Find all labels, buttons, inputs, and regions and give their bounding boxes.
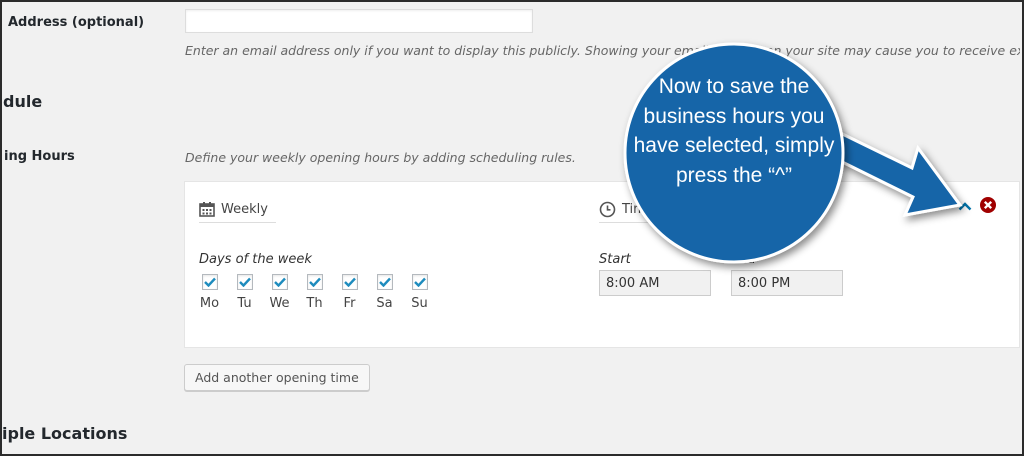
day-label: Fr (343, 296, 356, 311)
day-label: Mo (199, 296, 220, 311)
callout-text: Now to save the business hours you have … (633, 75, 835, 187)
day-checkbox[interactable] (271, 274, 288, 290)
scheduling-rule-panel: Weekly Time Days of the week Mo Tu We Th… (184, 181, 1020, 348)
day-label: Th (306, 296, 323, 311)
end-time-field[interactable] (731, 270, 843, 296)
day-wednesday: We (269, 274, 290, 311)
day-tuesday: Tu (234, 274, 255, 311)
calendar-icon (199, 201, 215, 217)
day-checkbox[interactable] (341, 274, 358, 290)
weekly-tab[interactable]: Weekly (199, 196, 276, 223)
day-checkbox[interactable] (411, 274, 428, 290)
end-label: End (731, 252, 756, 267)
start-label: Start (599, 252, 631, 267)
day-checkbox[interactable] (201, 274, 218, 290)
opening-hours-help-text: Define your weekly opening hours by addi… (185, 150, 576, 165)
day-label: We (269, 296, 290, 311)
chevron-up-icon (958, 196, 972, 215)
remove-rule-button[interactable] (979, 196, 997, 214)
day-friday: Fr (339, 274, 360, 311)
remove-circle-icon (979, 197, 997, 218)
email-help-text: Enter an email address only if you want … (185, 43, 1020, 58)
day-checkbox[interactable] (306, 274, 323, 290)
day-saturday: Sa (374, 274, 395, 311)
weekly-tab-label: Weekly (221, 201, 268, 217)
day-label: Tu (237, 296, 252, 311)
schedule-section-title: dule (3, 92, 43, 111)
start-time-field[interactable] (599, 270, 711, 296)
clock-icon (599, 201, 616, 218)
time-tab[interactable]: Time (599, 196, 689, 223)
add-opening-time-button[interactable]: Add another opening time (184, 364, 370, 391)
day-sunday: Su (409, 274, 430, 311)
days-of-week-label: Days of the week (199, 252, 312, 267)
email-label: Address (optional) (8, 15, 145, 30)
day-monday: Mo (199, 274, 220, 311)
time-tab-label: Time (622, 201, 654, 217)
multiple-locations-section-title: iple Locations (2, 424, 128, 443)
day-checkbox[interactable] (376, 274, 393, 290)
collapse-rule-button[interactable] (957, 198, 973, 212)
email-field[interactable] (185, 9, 533, 33)
day-thursday: Th (304, 274, 325, 311)
day-checkbox[interactable] (236, 274, 253, 290)
day-label: Su (411, 296, 428, 311)
opening-hours-label: ing Hours (4, 149, 75, 164)
day-label: Sa (376, 296, 393, 311)
day-checkbox-group: Mo Tu We Th Fr Sa Su (199, 274, 430, 311)
